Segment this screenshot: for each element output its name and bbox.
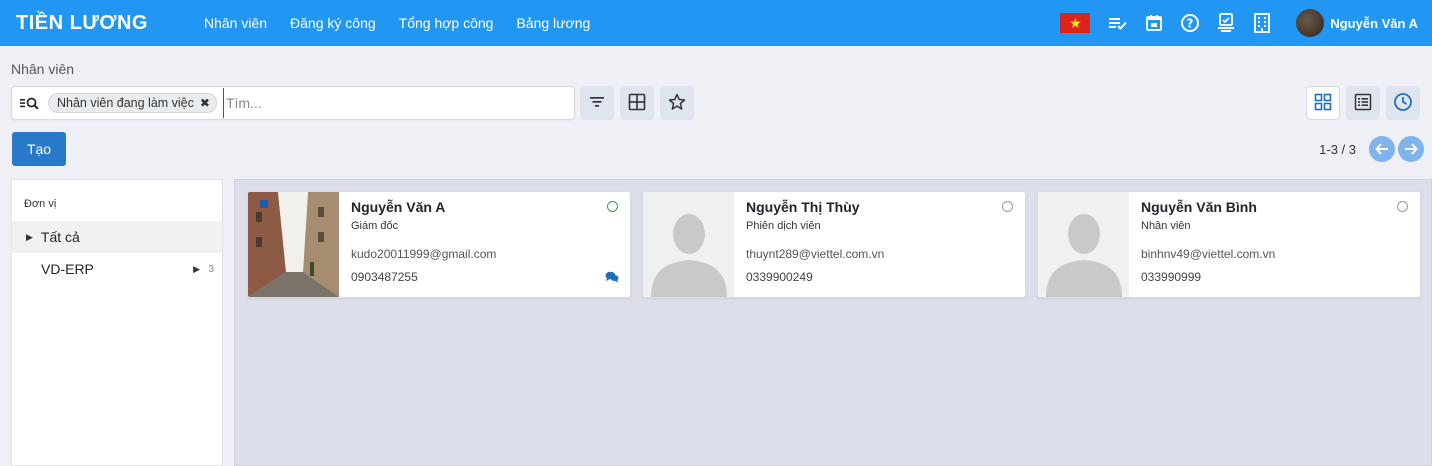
employee-email: kudo20011999@gmail.com — [351, 247, 497, 261]
user-avatar — [1296, 9, 1325, 37]
search-input[interactable] — [222, 88, 574, 118]
employee-name: Nguyễn Văn Bình — [1141, 199, 1257, 215]
facet-remove-icon[interactable]: ✖ — [200, 96, 210, 110]
navbar-right: ? Nguyễn Văn A — [1060, 0, 1418, 46]
card-body: Nguyễn Văn Bình Nhân viên binhnv49@viett… — [1141, 199, 1412, 284]
filter-icon — [589, 95, 605, 112]
employee-photo — [248, 192, 339, 297]
card-body: Nguyễn Văn A Giám đốc kudo20011999@gmail… — [351, 199, 622, 284]
user-name: Nguyễn Văn A — [1330, 15, 1418, 31]
pager: 1-3 / 3 — [1319, 136, 1424, 162]
employee-email: binhnv49@viettel.com.vn — [1141, 247, 1276, 261]
menu-item-timesheet-registration[interactable]: Đăng ký công — [290, 15, 376, 31]
employee-card[interactable]: Nguyễn Văn A Giám đốc kudo20011999@gmail… — [247, 191, 631, 298]
filter-button[interactable] — [580, 86, 614, 120]
sidebar-item-vd-erp[interactable]: VD-ERP ▶ 3 — [12, 253, 222, 285]
department-sidebar: Đơn vị ▶ Tất cả VD-ERP ▶ 3 — [11, 179, 223, 466]
clock-icon — [1393, 92, 1413, 115]
chat-icon[interactable] — [605, 271, 619, 286]
sidebar-item-label: Tất cả — [40, 229, 80, 245]
employee-name: Nguyễn Văn A — [351, 199, 446, 215]
activity-view-button[interactable] — [1386, 86, 1420, 120]
vietnam-flag-icon[interactable] — [1060, 13, 1091, 33]
employee-phone: 033990999 — [1141, 270, 1202, 284]
employee-avatar-placeholder — [1038, 192, 1129, 297]
menu-item-employees[interactable]: Nhân viên — [204, 15, 267, 31]
arrow-right-icon — [1405, 143, 1418, 155]
pager-next-button[interactable] — [1398, 136, 1424, 162]
activity-checklist-icon[interactable] — [1108, 13, 1128, 33]
sidebar-item-count: 3 — [208, 263, 214, 275]
pager-previous-button[interactable] — [1369, 136, 1395, 162]
list-view-icon — [1354, 93, 1372, 114]
checkin-kiosk-icon[interactable] — [1216, 13, 1236, 33]
employee-phone: 0339900249 — [746, 270, 813, 284]
presence-status-icon — [1397, 201, 1408, 212]
svg-text:?: ? — [1187, 17, 1194, 31]
search-options-icon[interactable] — [20, 97, 40, 109]
search-facet: Nhân viên đang làm việc ✖ — [48, 93, 217, 113]
caret-right-icon: ▶ — [26, 231, 33, 242]
main-menu: Nhân viên Đăng ký công Tổng hợp công Bản… — [204, 15, 613, 31]
sidebar-header: Đơn vị — [24, 198, 57, 210]
calendar-icon[interactable] — [1144, 13, 1164, 33]
menu-item-payroll[interactable]: Bảng lương — [516, 15, 590, 31]
kanban-view: Nguyễn Văn A Giám đốc kudo20011999@gmail… — [234, 179, 1432, 466]
user-menu[interactable]: Nguyễn Văn A — [1288, 9, 1418, 37]
company-building-icon[interactable] — [1252, 13, 1272, 33]
group-by-button[interactable] — [620, 86, 654, 120]
group-by-icon — [628, 93, 646, 114]
kanban-view-button[interactable] — [1306, 86, 1340, 120]
sidebar-item-all[interactable]: ▶ Tất cả — [12, 221, 222, 253]
app-brand[interactable]: TIỀN LƯƠNG — [16, 12, 148, 35]
employee-card[interactable]: Nguyễn Văn Bình Nhân viên binhnv49@viett… — [1037, 191, 1421, 298]
create-button[interactable]: Tạo — [12, 132, 66, 166]
presence-status-icon — [607, 201, 618, 212]
list-view-button[interactable] — [1346, 86, 1380, 120]
employee-job-title: Phiên dịch viên — [746, 220, 821, 232]
caret-right-icon[interactable]: ▶ — [193, 264, 200, 275]
pager-value[interactable]: 1-3 / 3 — [1319, 142, 1356, 157]
employee-job-title: Nhân viên — [1141, 220, 1191, 232]
employee-avatar-placeholder — [643, 192, 734, 297]
star-icon — [668, 93, 686, 114]
employee-email: thuynt289@viettel.com.vn — [746, 247, 885, 261]
facet-label: Nhân viên đang làm việc — [57, 96, 194, 110]
help-icon[interactable]: ? — [1180, 13, 1200, 33]
arrow-left-icon — [1375, 143, 1388, 155]
sidebar-item-label: VD-ERP — [41, 261, 94, 277]
employee-card[interactable]: Nguyễn Thị Thùy Phiên dịch viên thuynt28… — [642, 191, 1026, 298]
employee-phone: 0903487255 — [351, 270, 418, 284]
presence-status-icon — [1002, 201, 1013, 212]
search-bar: Nhân viên đang làm việc ✖ — [11, 86, 575, 120]
favorites-button[interactable] — [660, 86, 694, 120]
menu-item-timesheet-summary[interactable]: Tổng hợp công — [399, 15, 494, 31]
employee-job-title: Giám đốc — [351, 220, 399, 232]
card-body: Nguyễn Thị Thùy Phiên dịch viên thuynt28… — [746, 199, 1017, 284]
kanban-view-icon — [1314, 93, 1332, 114]
top-navbar: TIỀN LƯƠNG Nhân viên Đăng ký công Tổng h… — [0, 0, 1432, 46]
breadcrumb: Nhân viên — [11, 61, 75, 77]
employee-name: Nguyễn Thị Thùy — [746, 199, 860, 215]
